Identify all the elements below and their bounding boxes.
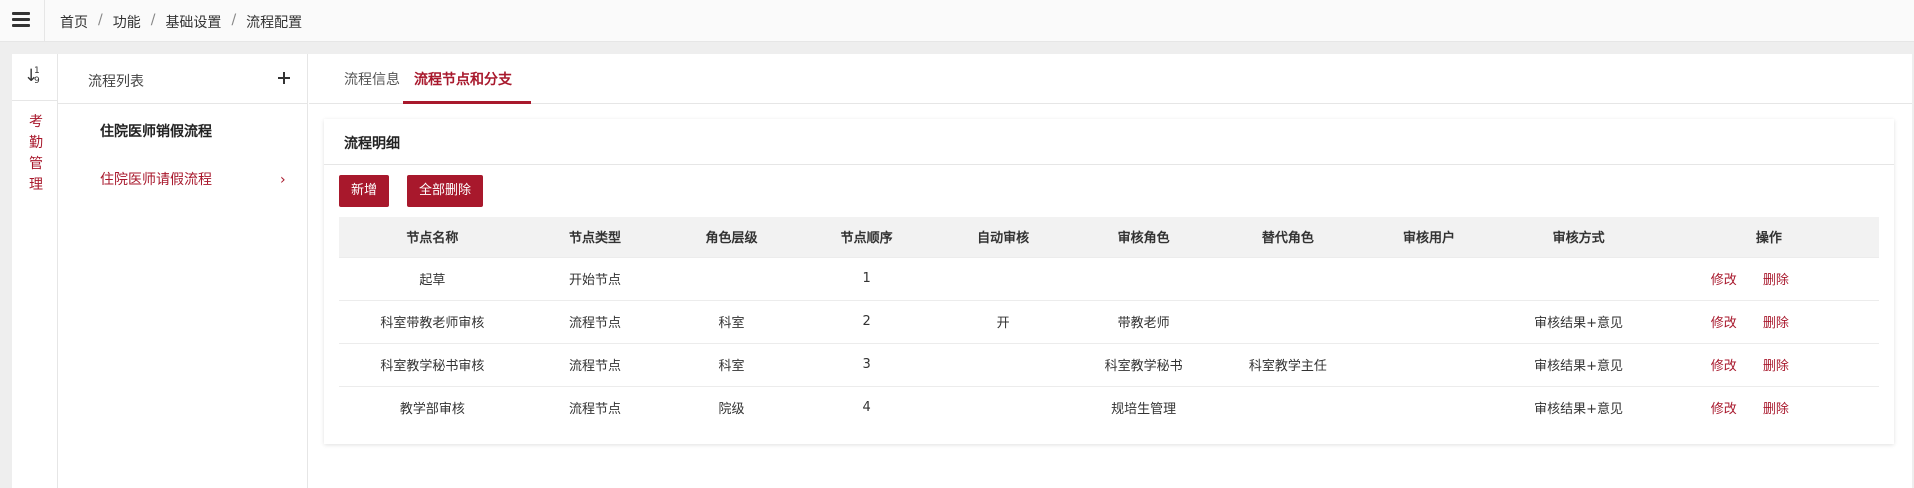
table-cell: 1 [798, 256, 935, 300]
table-cell: 科室教学秘书审核 [339, 342, 526, 386]
table-cell: 科室教学秘书 [1071, 342, 1217, 386]
node-table: 节点名称 节点类型 角色层级 节点顺序 自动审核 审核角色 替代角色 审核用户 … [339, 217, 1879, 429]
table-row: 教学部审核 流程节点 院级 4 规培生管理 审核结果+意见 修改 删除 [339, 385, 1879, 429]
detail-card: 流程明细 新增 全部删除 节点名称 节点类型 角色层级 节点顺序 自动审核 审核… [324, 119, 1894, 444]
table-cell: 带教老师 [1071, 299, 1217, 343]
table-cell [934, 342, 1072, 386]
table-cell: 科室教学主任 [1216, 342, 1360, 386]
delete-link[interactable]: 删除 [1763, 359, 1789, 374]
table-cell [1359, 385, 1499, 429]
menu-icon[interactable] [12, 12, 32, 30]
table-cell: 流程节点 [525, 299, 665, 343]
table-row: 科室带教老师审核 流程节点 科室 2 开 带教老师 审核结果+意见 修改 删除 [339, 299, 1879, 343]
table-cell: 规培生管理 [1071, 385, 1217, 429]
detail-title: 流程明细 [344, 136, 400, 152]
tab-bar: 流程信息 流程节点和分支 [309, 54, 1912, 104]
edit-link[interactable]: 修改 [1711, 316, 1737, 331]
breadcrumb-separator: / [231, 12, 237, 28]
table-cell [934, 256, 1072, 300]
top-bar: 首页 / 功能 / 基础设置 / 流程配置 [0, 0, 1914, 42]
table-cell: 审核结果+意见 [1498, 299, 1659, 343]
main-area: 流程信息 流程节点和分支 流程明细 新增 全部删除 节点名称 节点类型 角色层级… [309, 54, 1912, 488]
table-cell: 3 [798, 342, 935, 386]
delete-link[interactable]: 删除 [1763, 273, 1789, 288]
divider [12, 100, 58, 101]
column-header: 操作 [1658, 217, 1879, 257]
column-header: 审核角色 [1071, 217, 1217, 257]
column-header: 节点名称 [339, 217, 526, 257]
table-cell [1359, 342, 1499, 386]
table-cell [1359, 256, 1499, 300]
breadcrumb: 首页 / 功能 / 基础设置 / 流程配置 [60, 12, 302, 32]
table-cell: 科室带教老师审核 [339, 299, 526, 343]
process-list: 流程列表 住院医师销假流程 住院医师请假流程 › [58, 54, 308, 488]
table-cell: 教学部审核 [339, 385, 526, 429]
table-cell: 审核结果+意见 [1498, 385, 1659, 429]
list-item-label: 住院医师请假流程 [100, 172, 212, 188]
table-cell: 流程节点 [525, 342, 665, 386]
edit-link[interactable]: 修改 [1711, 402, 1737, 417]
breadcrumb-basic-settings[interactable]: 基础设置 [165, 12, 221, 32]
row-actions: 修改 删除 [1658, 299, 1879, 343]
add-process-icon[interactable] [276, 70, 292, 86]
row-actions: 修改 删除 [1658, 342, 1879, 386]
table-cell: 开始节点 [525, 256, 665, 300]
sort-numeric-icon[interactable]: ↓ 1 9 [24, 66, 48, 90]
list-item-selected[interactable]: 住院医师请假流程 › [58, 159, 308, 199]
category-rail: ↓ 1 9 考 勤 管 理 [12, 54, 58, 488]
table-cell: 起草 [339, 256, 526, 300]
table-cell [1359, 299, 1499, 343]
table-cell: 科室 [664, 342, 799, 386]
process-list-title: 流程列表 [88, 74, 144, 90]
category-attendance-management[interactable]: 考 勤 管 理 [26, 112, 46, 196]
column-header: 替代角色 [1216, 217, 1360, 257]
table-header-row: 节点名称 节点类型 角色层级 节点顺序 自动审核 审核角色 替代角色 审核用户 … [339, 217, 1879, 257]
table-cell [934, 385, 1072, 429]
column-header: 自动审核 [934, 217, 1072, 257]
column-header: 审核用户 [1359, 217, 1499, 257]
breadcrumb-function[interactable]: 功能 [113, 12, 141, 32]
table-cell [1216, 385, 1360, 429]
table-cell [1071, 256, 1217, 300]
table-cell [1498, 256, 1659, 300]
column-header: 审核方式 [1498, 217, 1659, 257]
column-header: 角色层级 [664, 217, 799, 257]
detail-card-header: 流程明细 [324, 119, 1894, 165]
add-node-button[interactable]: 新增 [339, 175, 390, 207]
breadcrumb-process-config: 流程配置 [246, 15, 303, 31]
table-cell: 科室 [664, 299, 799, 343]
table-row: 起草 开始节点 1 修改 删除 [339, 256, 1879, 300]
process-list-header: 流程列表 [58, 54, 307, 104]
breadcrumb-separator: / [150, 12, 156, 28]
table-cell [1216, 299, 1360, 343]
table-cell: 2 [798, 299, 935, 343]
table-cell: 院级 [664, 385, 799, 429]
row-actions: 修改 删除 [1658, 256, 1879, 300]
table-cell: 开 [934, 299, 1072, 343]
delete-link[interactable]: 删除 [1763, 316, 1789, 331]
chevron-right-icon: › [280, 172, 286, 188]
tab-process-info[interactable]: 流程信息 [344, 69, 400, 89]
column-header: 节点类型 [525, 217, 665, 257]
table-row: 科室教学秘书审核 流程节点 科室 3 科室教学秘书 科室教学主任 审核结果+意见… [339, 342, 1879, 386]
delete-link[interactable]: 删除 [1763, 402, 1789, 417]
row-actions: 修改 删除 [1658, 385, 1879, 429]
tab-nodes-branches[interactable]: 流程节点和分支 [414, 69, 512, 89]
breadcrumb-home[interactable]: 首页 [60, 12, 88, 32]
table-cell: 审核结果+意见 [1498, 342, 1659, 386]
table-cell [1216, 256, 1360, 300]
column-header: 节点顺序 [798, 217, 935, 257]
edit-link[interactable]: 修改 [1711, 359, 1737, 374]
table-cell: 4 [798, 385, 935, 429]
list-item-label: 住院医师销假流程 [100, 124, 212, 140]
edit-link[interactable]: 修改 [1711, 273, 1737, 288]
delete-all-button[interactable]: 全部删除 [407, 175, 484, 207]
divider [44, 0, 45, 42]
content-panel: ↓ 1 9 考 勤 管 理 流程列表 住院医师销假流程 住院医师请假流程 › 流程信… [12, 54, 1912, 488]
table-cell: 流程节点 [525, 385, 665, 429]
list-item[interactable]: 住院医师销假流程 [58, 111, 308, 151]
breadcrumb-separator: / [98, 12, 103, 28]
active-tab-indicator [403, 101, 531, 104]
table-cell [664, 256, 799, 300]
